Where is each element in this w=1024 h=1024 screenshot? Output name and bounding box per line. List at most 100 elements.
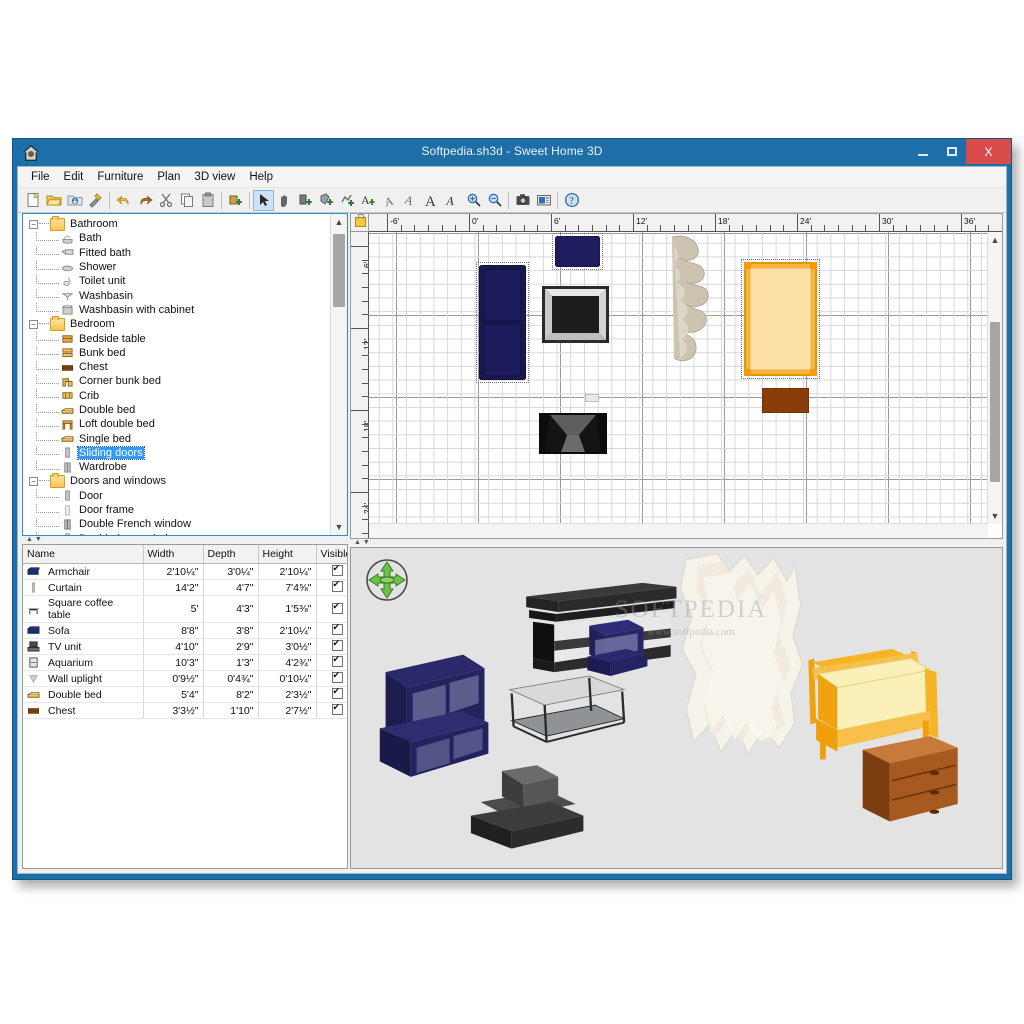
visible-checkbox[interactable] xyxy=(331,622,343,635)
cell-visible[interactable] xyxy=(316,563,347,580)
catalog-item-wardrobe[interactable]: Wardrobe xyxy=(23,460,331,474)
catalog-item-loft-double-bed[interactable]: Loft double bed xyxy=(23,417,331,431)
maximize-button[interactable] xyxy=(937,139,966,164)
menu-file[interactable]: File xyxy=(24,169,57,185)
tree-collapse-icon[interactable]: − xyxy=(29,476,38,486)
catalog-category-bathroom[interactable]: − Bathroom xyxy=(23,215,331,231)
paste-icon[interactable] xyxy=(197,190,218,211)
cell-visible[interactable] xyxy=(316,579,347,596)
cut-icon[interactable] xyxy=(155,190,176,211)
catalog-item-toilet-unit[interactable]: Toilet unit xyxy=(23,274,331,288)
cell-visible[interactable] xyxy=(316,686,347,703)
redo-icon[interactable] xyxy=(134,190,155,211)
visible-checkbox[interactable] xyxy=(331,579,343,592)
table-row[interactable]: Wall uplight 0'9½" 0'4¾" 0'10¼" xyxy=(23,670,347,687)
visible-checkbox[interactable] xyxy=(331,563,343,576)
menu-help[interactable]: Help xyxy=(242,169,280,185)
decrease-text-size-icon[interactable]: A xyxy=(442,190,463,211)
save-icon[interactable] xyxy=(64,190,85,211)
undo-icon[interactable] xyxy=(113,190,134,211)
catalog-item-bedside-table[interactable]: Bedside table xyxy=(23,331,331,345)
scroll-down-arrow-icon[interactable]: ▼ xyxy=(331,519,347,535)
visible-checkbox[interactable] xyxy=(331,601,343,614)
plan-horizontal-scrollbar[interactable] xyxy=(369,523,988,538)
menu-plan[interactable]: Plan xyxy=(150,169,187,185)
catalog-item-crib[interactable]: Crib xyxy=(23,389,331,403)
create-walls-icon[interactable] xyxy=(295,190,316,211)
tv-unit-plan-item[interactable] xyxy=(539,413,607,454)
plan-vertical-scrollbar[interactable]: ▲ ▼ xyxy=(987,232,1002,524)
visible-checkbox[interactable] xyxy=(331,702,343,715)
catalog-category-doors-and-windows[interactable]: − Doors and windows xyxy=(23,472,331,488)
rotate-text-left-icon[interactable]: A xyxy=(379,190,400,211)
catalog-item-sliding-doors[interactable]: Sliding doors xyxy=(23,445,331,460)
catalog-item-washbasin-with-cabinet[interactable]: Washbasin with cabinet xyxy=(23,303,331,317)
column-header-depth[interactable]: Depth xyxy=(203,545,259,564)
curtain-plan-item[interactable] xyxy=(652,235,718,420)
cell-visible[interactable] xyxy=(316,622,347,639)
table-row[interactable]: Sofa 8'8" 3'8" 2'10¼" xyxy=(23,622,347,639)
visible-checkbox[interactable] xyxy=(331,654,343,667)
tree-collapse-icon[interactable]: − xyxy=(29,319,38,329)
chest-plan-item[interactable] xyxy=(761,387,810,414)
home-3d-view[interactable]: SOFTPEDIA www.softpedia.com xyxy=(350,547,1003,869)
catalog-category-bedroom[interactable]: − Bedroom xyxy=(23,315,331,331)
pan-hand-icon[interactable] xyxy=(274,190,295,211)
table-row[interactable]: TV unit 4'10" 2'9" 3'0½" xyxy=(23,638,347,655)
add-text-icon[interactable]: A xyxy=(358,190,379,211)
catalog-item-single-bed[interactable]: Single bed xyxy=(23,431,331,445)
sofa-plan-item[interactable] xyxy=(476,262,529,383)
table-row[interactable]: Armchair 2'10¼" 3'0¼" 2'10¼" xyxy=(23,563,347,580)
menu-3d-view[interactable]: 3D view xyxy=(187,169,242,185)
create-polyline-icon[interactable] xyxy=(337,190,358,211)
square-coffee-table-plan-item[interactable] xyxy=(542,286,609,343)
column-header-visible[interactable]: Visible xyxy=(316,545,347,564)
new-home-icon[interactable] xyxy=(22,190,43,211)
right-splitter[interactable]: ▲▼ xyxy=(350,539,1003,546)
video-create-icon[interactable] xyxy=(533,190,554,211)
catalog-item-fitted-bath[interactable]: Fitted bath xyxy=(23,246,331,260)
plan-view[interactable]: -6' 0' 6' 12' 18' 24' 30' 36' 6' 12' 18' 24' xyxy=(350,213,1003,539)
zoom-out-icon[interactable] xyxy=(484,190,505,211)
minimize-button[interactable] xyxy=(908,139,937,164)
plan-scroll-down-arrow-icon[interactable]: ▼ xyxy=(988,508,1002,524)
table-row[interactable]: Square coffee table 5' 4'3" 1'5⅜" xyxy=(23,595,347,623)
visible-checkbox[interactable] xyxy=(331,686,343,699)
increase-text-size-icon[interactable]: A xyxy=(421,190,442,211)
splitter-arrows-icon[interactable]: ▲▼ xyxy=(354,539,372,546)
catalog-item-bath[interactable]: Bath xyxy=(23,231,331,245)
photo-create-icon[interactable] xyxy=(512,190,533,211)
wall-uplight-plan-item[interactable] xyxy=(584,389,600,403)
splitter-arrows-icon[interactable]: ▲▼ xyxy=(26,536,44,543)
visible-checkbox[interactable] xyxy=(331,638,343,651)
home-furniture-table[interactable]: Name Width Depth Height Visible Armchair… xyxy=(22,544,348,869)
furniture-catalog-tree[interactable]: − Bathroom Bath Fitted bath Shower Toilet uni… xyxy=(22,213,348,536)
table-row[interactable]: Aquarium 10'3" 1'3" 4'2¾" xyxy=(23,654,347,671)
help-icon[interactable]: ? xyxy=(561,190,582,211)
cell-visible[interactable] xyxy=(316,670,347,687)
rotate-text-right-icon[interactable]: A xyxy=(400,190,421,211)
select-arrow-icon[interactable] xyxy=(253,189,274,211)
left-splitter[interactable]: ▲▼ xyxy=(22,536,348,543)
column-header-height[interactable]: Height xyxy=(258,545,317,564)
menu-furniture[interactable]: Furniture xyxy=(90,169,150,185)
catalog-item-chest[interactable]: Chest xyxy=(23,360,331,374)
scroll-up-arrow-icon[interactable]: ▲ xyxy=(331,214,347,230)
table-row[interactable]: Curtain 14'2" 4'7" 7'4⅝" xyxy=(23,579,347,596)
catalog-item-washbasin[interactable]: Washbasin xyxy=(23,288,331,302)
close-button[interactable]: X xyxy=(966,139,1011,164)
catalog-item-door-frame[interactable]: Door frame xyxy=(23,503,331,517)
catalog-item-double-french-window[interactable]: Double French window xyxy=(23,517,331,531)
menu-edit[interactable]: Edit xyxy=(57,169,91,185)
catalog-item-door[interactable]: Door xyxy=(23,489,331,503)
catalog-item-bunk-bed[interactable]: Bunk bed xyxy=(23,346,331,360)
copy-icon[interactable] xyxy=(176,190,197,211)
catalog-scroll-thumb[interactable] xyxy=(333,234,345,307)
armchair-plan-item[interactable] xyxy=(552,233,603,270)
unlocked-padlock-icon[interactable] xyxy=(355,214,366,227)
plan-lock-corner[interactable] xyxy=(351,214,369,232)
open-icon[interactable] xyxy=(43,190,64,211)
plan-scroll-up-arrow-icon[interactable]: ▲ xyxy=(988,232,1002,248)
double-bed-plan-item[interactable] xyxy=(741,259,820,379)
cell-visible[interactable] xyxy=(316,702,347,719)
